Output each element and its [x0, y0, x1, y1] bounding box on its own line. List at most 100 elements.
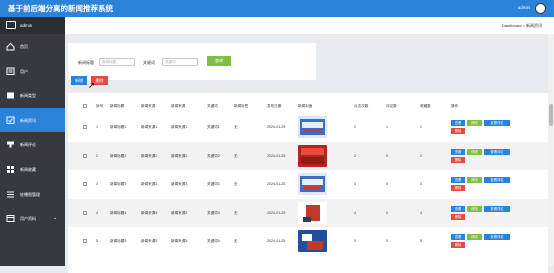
row-delete-button[interactable]: 删除: [451, 156, 465, 163]
view-comments-button[interactable]: 查看评论: [484, 120, 510, 126]
sidebar-username: admin: [20, 23, 33, 28]
row-checkbox[interactable]: [83, 182, 87, 186]
sidebar-item-6[interactable]: 新闻收藏: [0, 157, 65, 182]
avatar[interactable]: [535, 3, 546, 14]
cell-tag: 无: [234, 153, 238, 158]
row-checkbox[interactable]: [83, 239, 87, 243]
column-header: 点击次数: [354, 104, 369, 108]
edit-button[interactable]: 修改: [467, 148, 482, 155]
sidebar-item-label: 用户: [20, 68, 28, 74]
news-cover-image: [298, 116, 327, 138]
cell-clicks: 3: [354, 182, 356, 186]
cell-tag: 无: [234, 125, 238, 129]
cell-comments: 0: [386, 210, 388, 215]
view-comments-button[interactable]: 查看评论: [484, 234, 510, 240]
cell-clicks: 2: [354, 153, 356, 158]
edit-button[interactable]: 修改: [467, 205, 482, 212]
cell-favorites: 2: [420, 153, 422, 158]
row-delete-button[interactable]: 删除: [451, 242, 465, 248]
cell-favorites: 4: [420, 210, 422, 215]
sidebar-item-label: 新闻评论: [20, 142, 36, 148]
cell-date: 2024-01-25: [267, 153, 286, 158]
top-bar: 基于前后端分离的新闻推荐系统 admin: [0, 0, 554, 17]
cell-source: 新闻来源3: [141, 182, 158, 186]
sidebar-item-8[interactable]: 用户资料 ⌄: [0, 206, 65, 231]
cell-source: 新闻来源1: [141, 125, 158, 129]
cell-title: 新闻标题3: [110, 182, 127, 186]
column-header: 关键词: [207, 104, 218, 108]
sidebar: admin 首页用户新闻类型新闻资讯新闻评论新闻收藏轮播图管理用户资料 ⌄: [0, 17, 65, 266]
cell-tag: 无: [234, 182, 238, 186]
cell-clicks: 2: [354, 125, 356, 129]
header-username[interactable]: admin: [518, 5, 530, 10]
row-checkbox[interactable]: [83, 210, 87, 215]
news-icon: [6, 116, 15, 124]
cell-favorites: 2: [420, 125, 422, 129]
query-button[interactable]: 查询: [207, 56, 231, 66]
cell-no: 5: [96, 239, 98, 243]
cell-source: 新闻来源2: [141, 153, 158, 158]
cell-tag: 无: [234, 239, 238, 243]
cell-date: 2024-01-25: [267, 239, 286, 243]
select-all-checkbox[interactable]: [83, 104, 87, 108]
row-checkbox[interactable]: [83, 125, 87, 129]
table-row: 5 新闻标题5 新闻来源5 新闻来源5 关键词5 无 2024-01-25 5 0 5 查看 修改 查看…: [68, 227, 548, 256]
mouse-cursor-icon: ➚: [88, 80, 96, 90]
column-header: 新闻标题: [110, 104, 125, 108]
column-header: 新闻来源: [141, 104, 156, 108]
view-button[interactable]: 查看: [451, 177, 465, 183]
sidebar-item-label: 轮播图管理: [20, 191, 40, 197]
edit-button[interactable]: 修改: [467, 177, 482, 183]
cell-comments: 1: [386, 125, 388, 129]
sidebar-item-5[interactable]: 新闻评论: [0, 132, 65, 157]
view-button[interactable]: 查看: [451, 148, 465, 155]
sidebar-item-2[interactable]: 用户: [0, 59, 65, 84]
sidebar-item-4[interactable]: 新闻资讯: [0, 107, 65, 133]
sidebar-item-label: 新闻资讯: [20, 117, 36, 123]
keyword-search-input[interactable]: 关键词: [162, 58, 198, 66]
column-header: 发布日期: [267, 104, 282, 108]
home-icon: [6, 42, 15, 51]
row-delete-button[interactable]: 删除: [451, 185, 465, 191]
view-button[interactable]: 查看: [451, 205, 465, 212]
view-button[interactable]: 查看: [451, 120, 465, 126]
edit-button[interactable]: 修改: [467, 234, 482, 240]
list-icon: [6, 91, 15, 99]
column-header: 序号: [96, 104, 104, 108]
sidebar-item-1[interactable]: 首页: [0, 34, 65, 59]
column-header: 新闻封面: [298, 104, 313, 108]
title-search-input[interactable]: 新闻标题: [99, 58, 135, 66]
cell-source2: 新闻来源3: [171, 182, 188, 186]
row-delete-button[interactable]: 删除: [451, 128, 465, 134]
view-comments-button[interactable]: 查看评论: [484, 148, 510, 155]
cell-date: 2024-01-25: [267, 125, 286, 129]
cell-title: 新闻标题1: [110, 125, 127, 129]
view-comments-button[interactable]: 查看评论: [484, 177, 510, 183]
edit-button[interactable]: 修改: [467, 120, 482, 126]
cell-source2: 新闻来源1: [171, 125, 188, 129]
news-cover-image: [298, 230, 327, 252]
cell-comments: 0: [386, 239, 388, 243]
sidebar-header: admin: [0, 17, 65, 34]
cell-no: 3: [96, 182, 98, 186]
cell-keyword: 关键词1: [207, 125, 220, 129]
title-search-label: 新闻标题: [78, 60, 94, 65]
add-button[interactable]: 新增: [71, 76, 87, 85]
cell-keyword: 关键词2: [207, 153, 220, 158]
breadcrumb-bar: Dashboard > 新闻资讯: [65, 17, 554, 34]
sidebar-item-label: 首页: [20, 44, 28, 49]
view-comments-button[interactable]: 查看评论: [484, 205, 510, 212]
grid-icon: [6, 165, 15, 173]
sidebar-item-label: 新闻类型: [20, 93, 36, 99]
menu-icon: [6, 190, 15, 198]
sidebar-item-3[interactable]: 新闻类型: [0, 83, 65, 108]
row-checkbox[interactable]: [83, 153, 87, 158]
view-button[interactable]: 查看: [451, 234, 465, 240]
cell-title: 新闻标题5: [110, 239, 127, 243]
cell-source2: 新闻来源5: [171, 239, 188, 243]
sidebar-item-7[interactable]: 轮播图管理: [0, 182, 65, 207]
scrollbar-thumb[interactable]: [549, 104, 553, 126]
page-scrollbar[interactable]: [548, 34, 554, 266]
row-delete-button[interactable]: 删除: [451, 213, 465, 220]
cell-keyword: 关键词5: [207, 239, 220, 243]
